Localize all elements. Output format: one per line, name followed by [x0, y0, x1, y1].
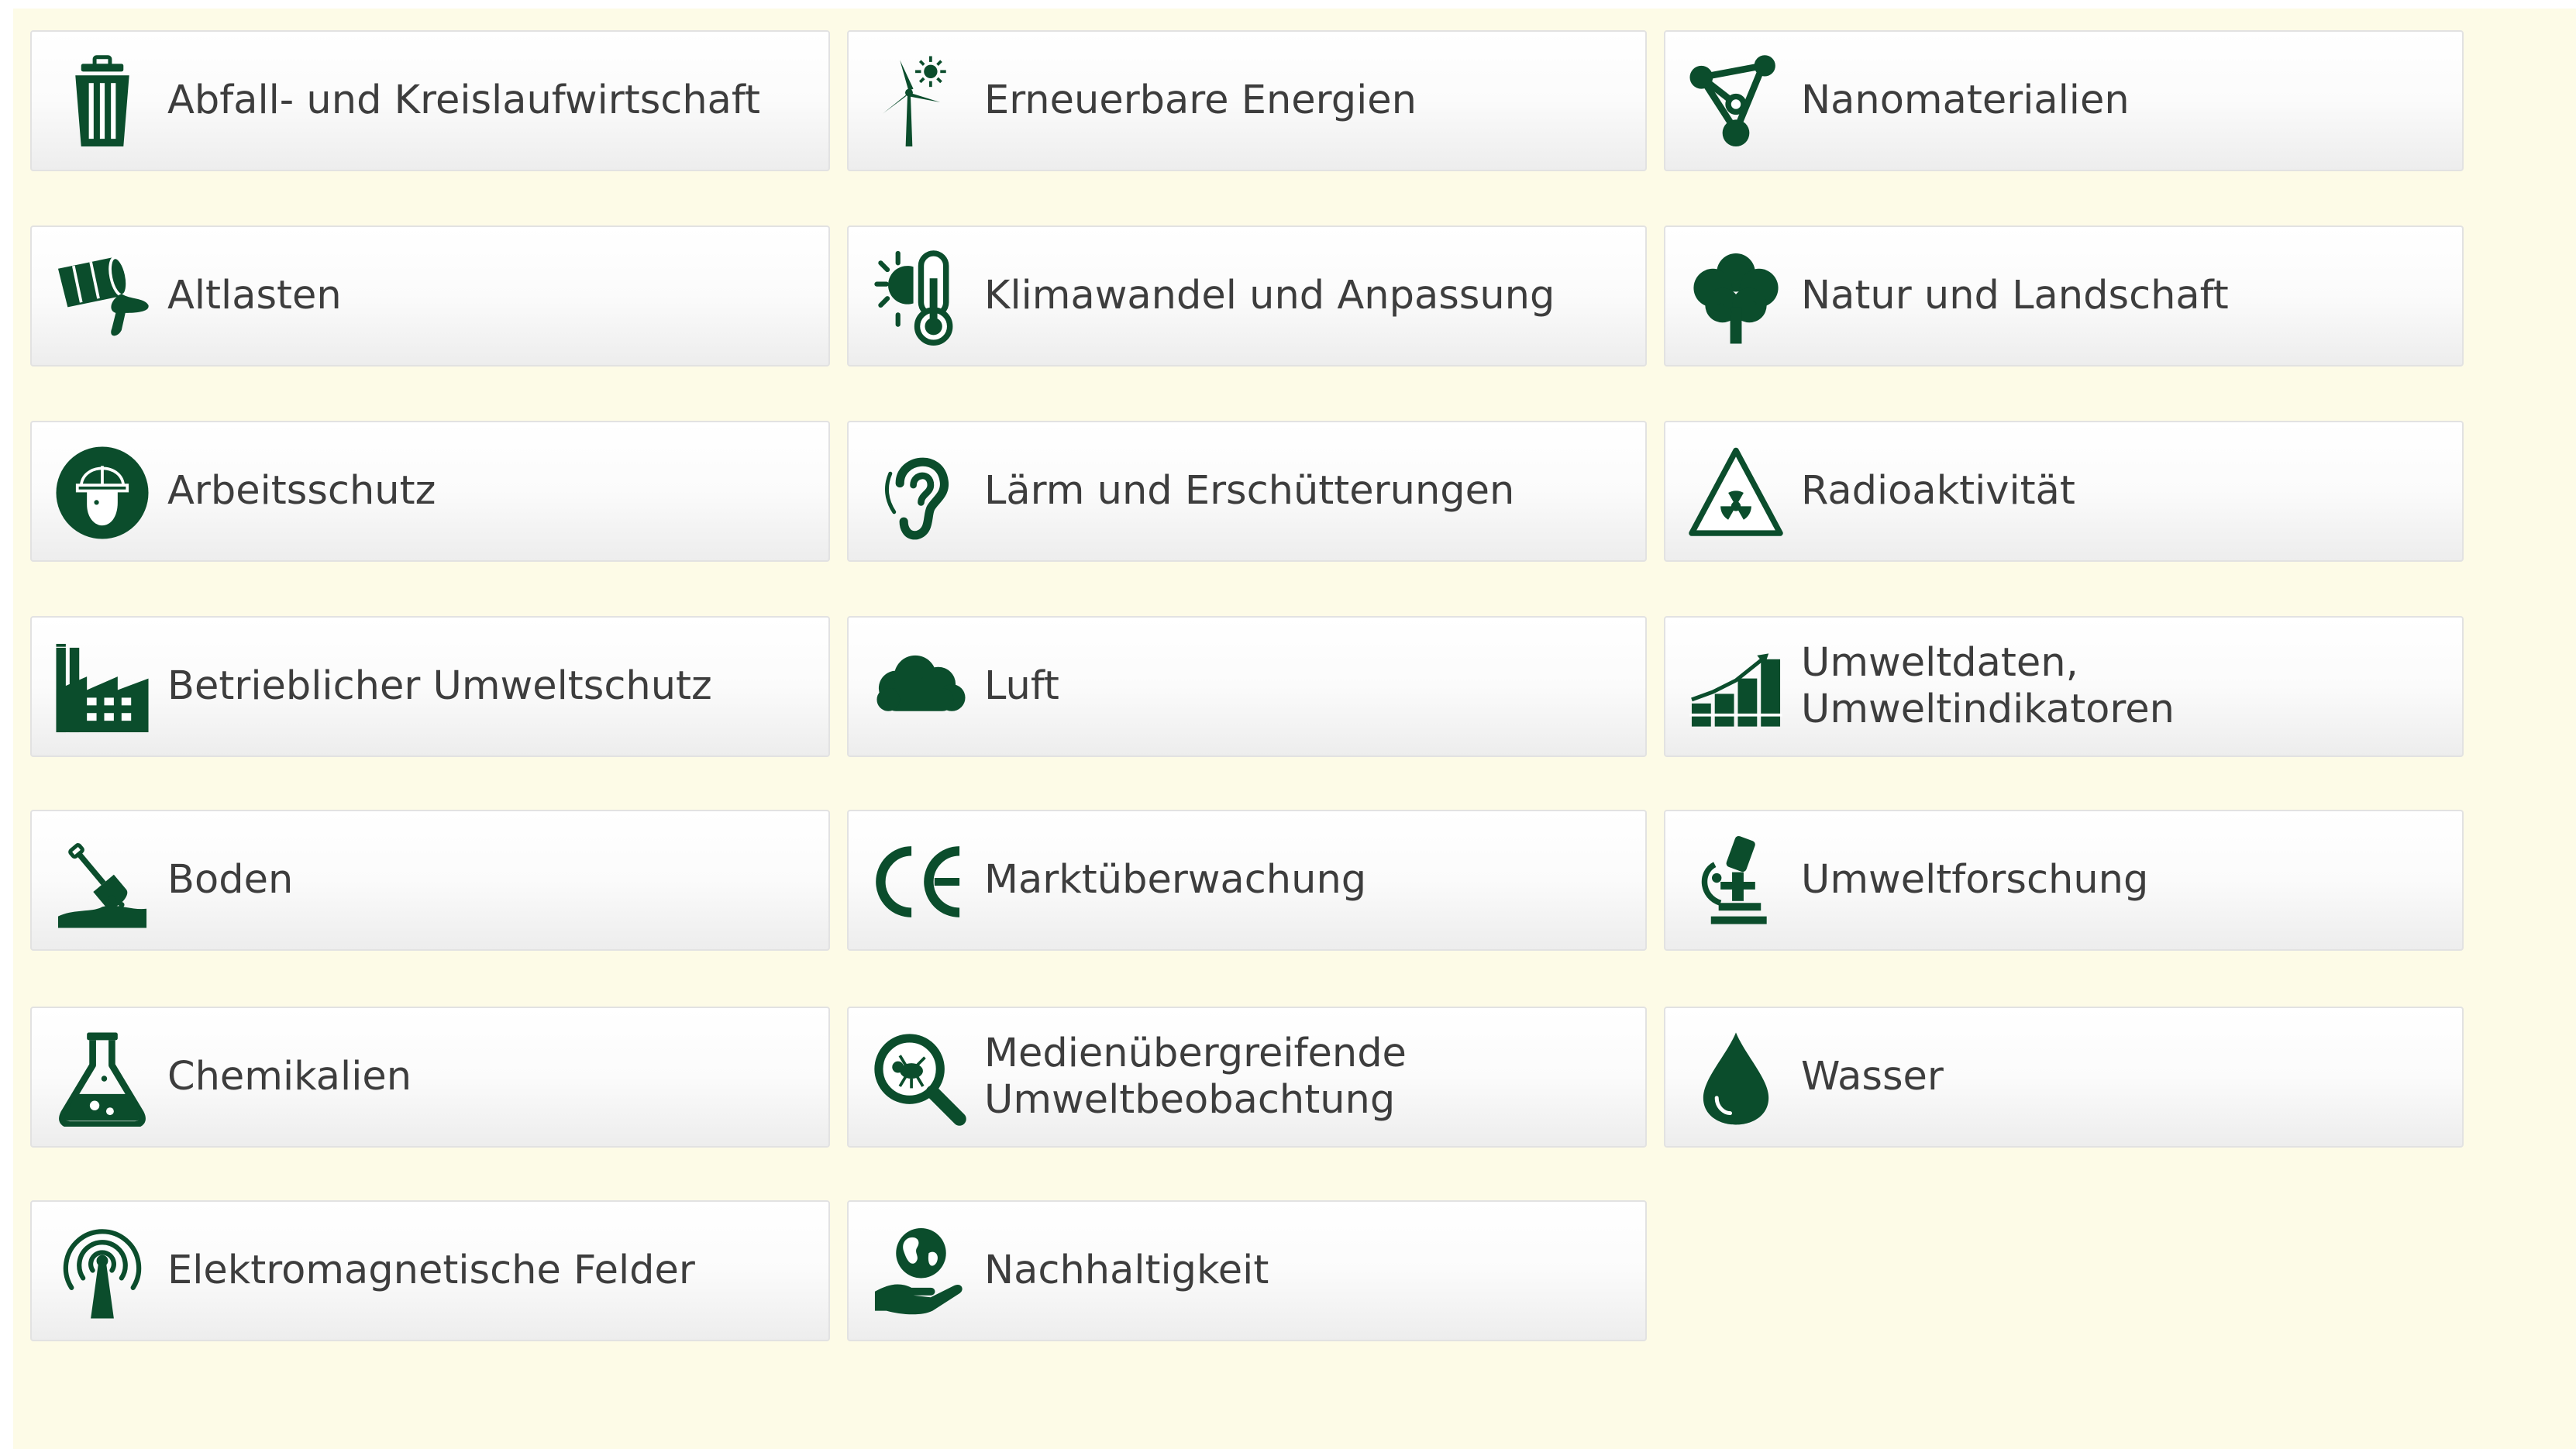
topic-card-sun-thermometer[interactable]: Klimawandel und Anpassung: [847, 225, 1647, 367]
topic-card-shovel-soil[interactable]: Boden: [30, 810, 830, 951]
trash-bin-icon: [50, 50, 154, 154]
topic-card-leaking-barrel[interactable]: Altlasten: [30, 225, 830, 367]
topic-card-cloud[interactable]: Luft: [847, 616, 1647, 757]
topic-label: Betrieblicher Umweltschutz: [167, 663, 712, 709]
water-drop-icon: [1684, 1027, 1788, 1131]
radiation-warning-icon: [1684, 441, 1788, 545]
topic-grid: Abfall- und Kreislaufwirtschaft Erneuerba…: [13, 9, 2576, 1449]
wind-turbine-sun-icon: [867, 50, 971, 154]
topic-label: Radioaktivität: [1801, 468, 2075, 514]
molecule-icon: [1684, 50, 1788, 154]
topics-panel: Abfall- und Kreislaufwirtschaft Erneuerba…: [13, 9, 2576, 1449]
topic-card-microscope[interactable]: Umweltforschung: [1664, 810, 2464, 951]
topic-card-molecule[interactable]: Nanomaterialien: [1664, 30, 2464, 171]
flask-icon: [50, 1027, 154, 1131]
topic-label: Marktüberwachung: [984, 857, 1367, 903]
topic-card-wind-turbine-sun[interactable]: Erneuerbare Energien: [847, 30, 1647, 171]
bar-chart-icon: [1684, 636, 1788, 740]
topic-label: Erneuerbare Energien: [984, 77, 1417, 123]
magnifier-bug-icon: [867, 1027, 971, 1131]
topic-card-magnifier-bug[interactable]: Medienübergreifende Umweltbeobachtung: [847, 1007, 1647, 1148]
ce-mark-icon: [867, 830, 971, 934]
topic-label: Altlasten: [167, 273, 342, 318]
antenna-icon: [50, 1220, 154, 1324]
topic-label: Wasser: [1801, 1054, 1944, 1100]
leaking-barrel-icon: [50, 246, 154, 349]
sun-thermometer-icon: [867, 246, 971, 349]
topic-label: Nachhaltigkeit: [984, 1248, 1269, 1293]
tree-icon: [1684, 246, 1788, 349]
ear-icon: [867, 441, 971, 545]
topic-card-trash-bin[interactable]: Abfall- und Kreislaufwirtschaft: [30, 30, 830, 171]
topic-card-bar-chart[interactable]: Umweltdaten, Umweltindikatoren: [1664, 616, 2464, 757]
topic-card-radiation-warning[interactable]: Radioaktivität: [1664, 421, 2464, 562]
topic-card-ear[interactable]: Lärm und Erschütterungen: [847, 421, 1647, 562]
topic-card-factory[interactable]: Betrieblicher Umweltschutz: [30, 616, 830, 757]
topic-label: Umweltdaten, Umweltindikatoren: [1801, 640, 2175, 732]
topic-card-antenna[interactable]: Elektromagnetische Felder: [30, 1200, 830, 1341]
hard-hat-head-icon: [50, 441, 154, 545]
topic-card-globe-hand[interactable]: Nachhaltigkeit: [847, 1200, 1647, 1341]
globe-hand-icon: [867, 1220, 971, 1324]
topic-label: Boden: [167, 857, 294, 903]
topic-card-hard-hat-head[interactable]: Arbeitsschutz: [30, 421, 830, 562]
topic-label: Nanomaterialien: [1801, 77, 2130, 123]
topic-label: Medienübergreifende Umweltbeobachtung: [984, 1031, 1407, 1123]
microscope-icon: [1684, 830, 1788, 934]
topic-label: Lärm und Erschütterungen: [984, 468, 1515, 514]
topic-label: Luft: [984, 663, 1059, 709]
topic-card-ce-mark[interactable]: Marktüberwachung: [847, 810, 1647, 951]
shovel-soil-icon: [50, 830, 154, 934]
topic-label: Chemikalien: [167, 1054, 412, 1100]
cloud-icon: [867, 636, 971, 740]
topic-card-flask[interactable]: Chemikalien: [30, 1007, 830, 1148]
factory-icon: [50, 636, 154, 740]
topic-card-tree[interactable]: Natur und Landschaft: [1664, 225, 2464, 367]
topic-label: Elektromagnetische Felder: [167, 1248, 695, 1293]
topic-card-water-drop[interactable]: Wasser: [1664, 1007, 2464, 1148]
topic-label: Klimawandel und Anpassung: [984, 273, 1555, 318]
topic-label: Umweltforschung: [1801, 857, 2149, 903]
topic-label: Natur und Landschaft: [1801, 273, 2229, 318]
topic-label: Abfall- und Kreislaufwirtschaft: [167, 77, 760, 123]
topic-label: Arbeitsschutz: [167, 468, 436, 514]
